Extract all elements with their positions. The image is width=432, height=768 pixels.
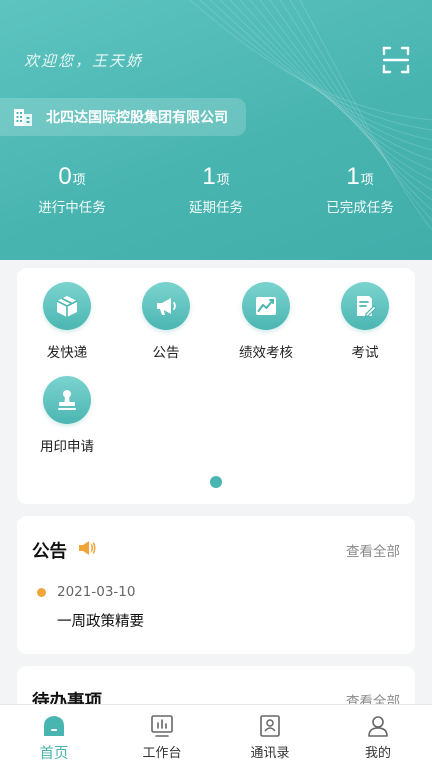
- profile-icon: [368, 716, 388, 737]
- notice-date: 2021-03-10: [57, 584, 136, 600]
- tab-home[interactable]: 首页: [0, 705, 108, 768]
- stat-label: 延期任务: [189, 200, 243, 216]
- workbench-icon: [151, 715, 173, 737]
- building-icon: [14, 109, 32, 126]
- notice-card: 公告 查看全部 2021-03-10 一周政策精要: [17, 516, 415, 654]
- stat-unit: 项: [360, 173, 374, 188]
- megaphone-icon: [79, 541, 96, 555]
- grid-item-label: 发快递: [46, 345, 88, 361]
- header-banner: 欢迎您，王天娇 北四达国际控股集团有限公司 0项 进行中任务 1项 延期任务 1…: [0, 0, 432, 260]
- company-name: 北四达国际控股集团有限公司: [46, 110, 228, 126]
- grid-item-express[interactable]: 发快递: [17, 282, 117, 361]
- stat-value: 0: [58, 163, 72, 190]
- task-stats: 0项 进行中任务 1项 延期任务 1项 已完成任务: [0, 162, 432, 222]
- tab-label: 首页: [39, 746, 69, 762]
- stat-unit: 项: [72, 173, 86, 188]
- notice-bullet-dot: [37, 588, 46, 597]
- grid-item-label: 用印申请: [40, 439, 94, 455]
- scan-button[interactable]: [380, 44, 412, 76]
- grid-item-exam[interactable]: 考试: [315, 282, 415, 361]
- bottom-tab-bar: 首页 工作台 通讯录 我的: [0, 704, 432, 768]
- tab-profile[interactable]: 我的: [324, 705, 432, 768]
- stat-value: 1: [346, 163, 360, 190]
- package-icon: [43, 282, 91, 330]
- stat-label: 已完成任务: [326, 200, 394, 216]
- grid-item-seal-request[interactable]: 用印申请: [17, 376, 117, 455]
- notice-view-all-link[interactable]: 查看全部: [346, 540, 400, 560]
- stat-unit: 项: [216, 173, 230, 188]
- home-icon: [44, 716, 64, 736]
- grid-item-label: 绩效考核: [239, 345, 293, 361]
- feature-grid-card: 发快递 公告 绩效考核 考试 用印申请: [17, 268, 415, 504]
- company-selector[interactable]: 北四达国际控股集团有限公司: [0, 98, 246, 136]
- welcome-text: 欢迎您，王天娇: [24, 52, 144, 70]
- stat-value: 1: [202, 163, 216, 190]
- tab-label: 工作台: [142, 746, 182, 761]
- contacts-icon: [260, 715, 280, 737]
- stat-in-progress[interactable]: 0项 进行中任务: [0, 162, 144, 216]
- notice-title: 公告: [32, 542, 67, 562]
- stat-label: 进行中任务: [38, 200, 106, 216]
- grid-item-notice[interactable]: 公告: [116, 282, 216, 361]
- tab-label: 通讯录: [250, 746, 290, 761]
- notice-title-text: 一周政策精要: [57, 614, 144, 630]
- megaphone-icon: [142, 282, 190, 330]
- stamp-icon: [43, 376, 91, 424]
- grid-item-label: 公告: [152, 345, 180, 361]
- tab-label: 我的: [364, 746, 391, 761]
- stat-delayed[interactable]: 1项 延期任务: [144, 162, 288, 216]
- exam-icon: [341, 282, 389, 330]
- tab-contacts[interactable]: 通讯录: [216, 705, 324, 768]
- grid-item-label: 考试: [351, 345, 379, 361]
- stat-completed[interactable]: 1项 已完成任务: [288, 162, 432, 216]
- scan-icon: [382, 46, 410, 74]
- chart-icon: [242, 282, 290, 330]
- grid-item-performance[interactable]: 绩效考核: [216, 282, 316, 361]
- tab-workbench[interactable]: 工作台: [108, 705, 216, 768]
- page-indicator-dot[interactable]: [210, 476, 222, 488]
